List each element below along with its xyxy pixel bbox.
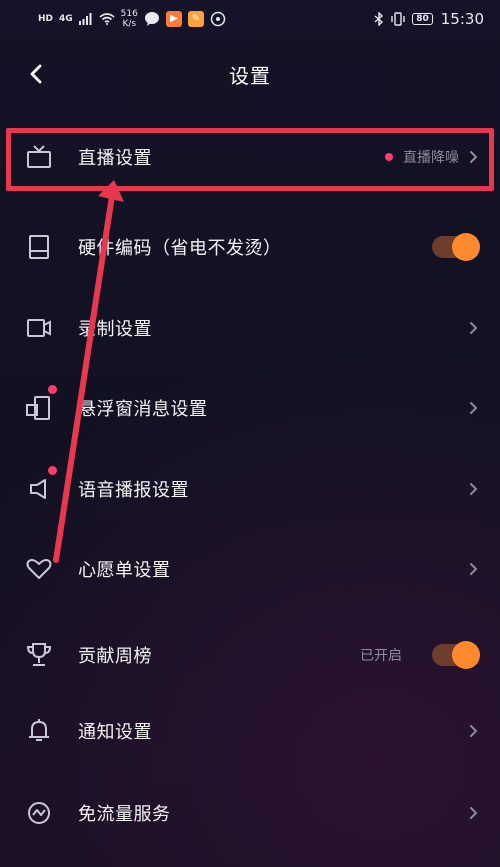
speaker-icon: [24, 474, 54, 504]
row-right: 直播降噪: [385, 147, 478, 167]
notes-app-icon: ✎: [187, 11, 204, 27]
network-speed: 516 K/s: [121, 9, 138, 29]
heart-icon: [24, 554, 54, 584]
video-app-icon: ▶: [165, 11, 182, 27]
settings-row-label: 悬浮窗消息设置: [78, 399, 208, 420]
vibrate-icon: [391, 12, 405, 26]
floating-window-icon: [24, 393, 54, 423]
chevron-right-icon: [470, 402, 478, 414]
settings-row-label: 心愿单设置: [78, 560, 171, 581]
bluetooth-icon: [374, 12, 384, 26]
settings-row-label: 免流量服务: [78, 804, 171, 825]
row-right: [469, 321, 478, 335]
wifi-icon: [99, 13, 115, 25]
chevron-right-icon: [470, 483, 478, 495]
trophy-icon: [24, 640, 54, 670]
settings-row-notifications[interactable]: 通知设置: [0, 691, 500, 771]
status-bar-right: 80 15:30: [374, 10, 484, 28]
hd-indicator: HD: [38, 13, 54, 24]
toggle-knob: [452, 233, 480, 261]
hardware-encoding-toggle[interactable]: [432, 233, 480, 261]
settings-row-hardware-encoding: 硬件编码（省电不发烫）: [0, 207, 500, 287]
network-speed-unit: K/s: [122, 19, 137, 29]
chevron-right-icon: [470, 151, 478, 163]
page-title: 设置: [229, 64, 271, 88]
row-value: 直播降噪: [403, 150, 459, 166]
status-bar-left: HD 4G 516 K/s ▶ ✎: [38, 9, 226, 29]
weekly-ranking-toggle[interactable]: [432, 641, 480, 669]
row-right: 已开启: [360, 641, 480, 669]
row-right: [432, 233, 480, 261]
data-saver-icon: [24, 798, 54, 828]
settings-row-label: 语音播报设置: [78, 480, 189, 501]
new-feature-dot: [385, 153, 393, 161]
chevron-right-icon: [470, 807, 478, 819]
settings-row-data-free[interactable]: 免流量服务: [0, 773, 500, 853]
settings-row-recording[interactable]: 录制设置: [0, 288, 500, 368]
row-value: 已开启: [360, 648, 402, 664]
camera-icon: [24, 313, 54, 343]
settings-row-wishlist[interactable]: 心愿单设置: [0, 529, 500, 609]
network-speed-value: 516: [120, 9, 138, 19]
settings-row-live[interactable]: 直播设置 直播降噪: [0, 117, 500, 197]
settings-row-label: 贡献周榜: [78, 646, 152, 667]
location-app-icon: [210, 11, 226, 27]
settings-row-label: 通知设置: [78, 722, 152, 743]
settings-row-voice-broadcast[interactable]: 语音播报设置: [0, 449, 500, 529]
row-right: [469, 401, 478, 415]
battery-indicator: 80: [412, 13, 433, 25]
status-bar: HD 4G 516 K/s ▶ ✎ 80 15:30: [0, 0, 500, 38]
row-right: [469, 562, 478, 576]
toggle-knob: [452, 641, 480, 669]
chevron-right-icon: [470, 322, 478, 334]
settings-row-floating-window[interactable]: 悬浮窗消息设置: [0, 368, 500, 448]
tv-icon: [24, 142, 54, 172]
chevron-right-icon: [470, 563, 478, 575]
row-right: [469, 806, 478, 820]
message-app-icon: [144, 12, 159, 26]
header: 设置: [0, 50, 500, 98]
chevron-right-icon: [470, 725, 478, 737]
settings-row-weekly-ranking: 贡献周榜 已开启: [0, 615, 500, 695]
settings-row-label: 直播设置: [78, 148, 152, 169]
signal-icon: [78, 13, 92, 25]
bell-icon: [24, 716, 54, 746]
clock: 15:30: [440, 10, 484, 28]
network-type: 4G: [59, 13, 73, 24]
settings-row-label: 硬件编码（省电不发烫）: [78, 238, 282, 259]
device-icon: [24, 232, 54, 262]
row-right: [469, 724, 478, 738]
settings-row-label: 录制设置: [78, 319, 152, 340]
row-right: [469, 482, 478, 496]
